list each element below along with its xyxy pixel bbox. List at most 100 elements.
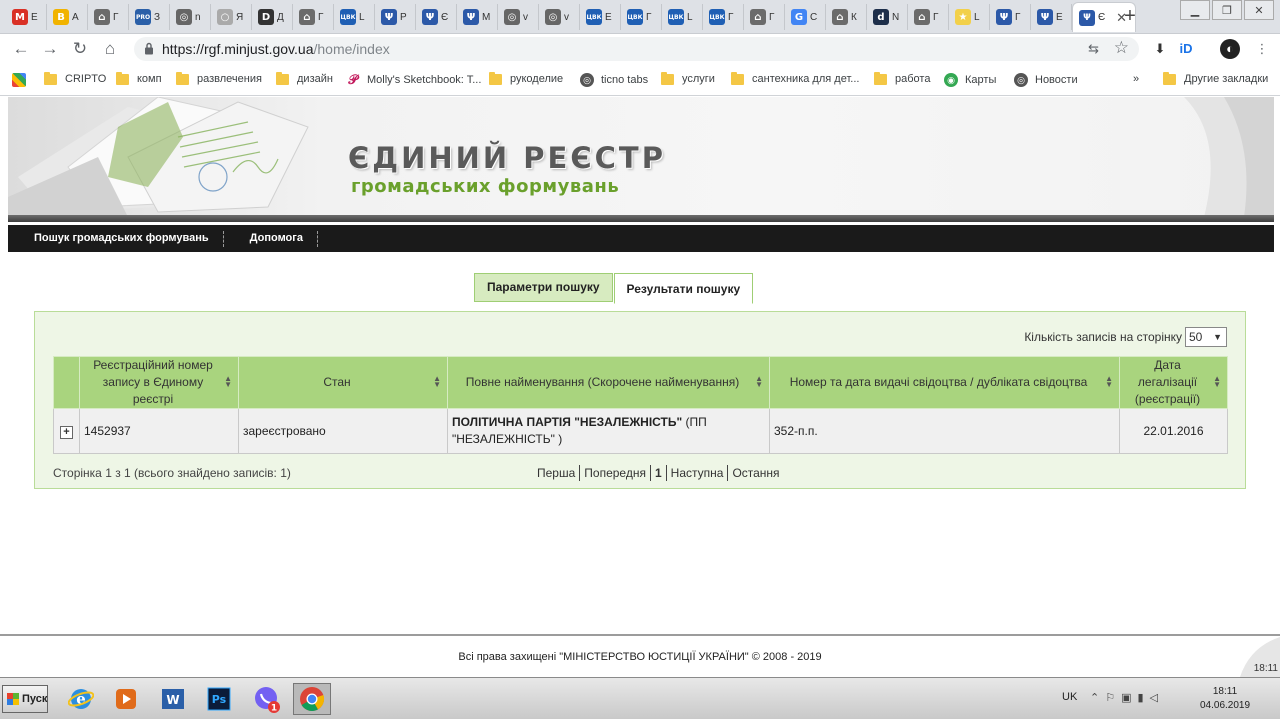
bookmark-label: рукоделие <box>510 73 564 85</box>
bookmarks-more-button[interactable]: » <box>1133 73 1139 85</box>
other-bookmarks-folder[interactable]: Другие закладки <box>1163 71 1268 85</box>
bookmark-item[interactable]: CRIPTO <box>44 71 107 85</box>
bookmark-item[interactable]: ◉ Карты <box>944 73 996 87</box>
apps-icon[interactable] <box>12 73 33 87</box>
browser-tab[interactable]: ЦВК L <box>662 4 703 30</box>
browser-tab[interactable]: ΨР <box>375 4 416 30</box>
bookmark-label: Новости <box>1035 74 1078 86</box>
viber-icon[interactable]: 1 <box>248 683 286 715</box>
gov-icon: ⌂ <box>750 9 766 25</box>
browser-tab[interactable]: DД <box>252 4 293 30</box>
chrome-taskbar-button[interactable] <box>293 683 331 715</box>
bookmark-item[interactable]: 𝒫 Molly's Sketchbook: T... <box>346 73 481 88</box>
column-header-full-name[interactable]: Повне найменування (Скорочене найменуван… <box>447 356 770 409</box>
browser-tab[interactable]: GС <box>785 4 826 30</box>
internet-explorer-icon[interactable]: e <box>62 683 100 715</box>
browser-tab[interactable]: ⌂ Г <box>88 4 129 30</box>
forward-button[interactable]: → <box>39 38 61 60</box>
bookmark-item[interactable]: работа <box>874 71 930 85</box>
tab-search-results[interactable]: Результати пошуку <box>613 273 754 304</box>
browser-tab[interactable]: ЦВК L <box>334 4 375 30</box>
lock-icon <box>145 42 153 55</box>
browser-tab[interactable]: ME <box>6 4 47 30</box>
restore-button[interactable]: ❐ <box>1212 0 1242 20</box>
browser-tab[interactable]: dN <box>867 4 908 30</box>
word-icon[interactable]: W <box>154 683 192 715</box>
tab-title: Д <box>277 11 284 23</box>
browser-tab[interactable]: ★ L <box>949 4 990 30</box>
start-button[interactable]: Пуск <box>2 685 48 713</box>
trident-icon: Ψ <box>463 9 479 25</box>
taskbar-clock[interactable]: 18:11 04.06.2019 <box>1200 685 1250 713</box>
browser-tab[interactable]: ΨЄ <box>416 4 457 30</box>
tab-title: Р <box>400 11 407 23</box>
address-bar[interactable]: https://rgf.minjust.gov.ua/home/index ⇆ … <box>134 37 1139 61</box>
tab-title: Г <box>728 11 734 23</box>
bookmark-star-icon[interactable]: ☆ <box>1114 38 1129 58</box>
bookmark-item[interactable]: рукоделие <box>489 71 564 85</box>
photoshop-icon[interactable]: Ps <box>200 683 238 715</box>
media-player-icon[interactable] <box>107 683 145 715</box>
browser-tab[interactable]: ⌂ Г <box>908 4 949 30</box>
browser-tab[interactable]: BA <box>47 4 88 30</box>
pager-last-link[interactable]: Остання <box>728 466 783 481</box>
profile-avatar[interactable]: ◐ <box>1220 39 1240 59</box>
folder-icon <box>1163 71 1176 85</box>
id-extension-icon[interactable]: iD <box>1176 39 1196 59</box>
browser-tab[interactable]: ◎ v <box>498 4 539 30</box>
nav-search-link[interactable]: Пошук громадських формувань <box>8 225 223 252</box>
home-button[interactable]: ⌂ <box>99 38 121 60</box>
browser-tab[interactable]: ⌂ К <box>826 4 867 30</box>
browser-tab[interactable]: ⌂ Г <box>293 4 334 30</box>
pager-first-link[interactable]: Перша <box>533 466 579 481</box>
per-page-select[interactable]: 50 ▼ <box>1185 327 1227 347</box>
back-button[interactable]: ← <box>10 38 32 60</box>
pager-prev-link[interactable]: Попередня <box>580 466 650 481</box>
column-header-certificate[interactable]: Номер та дата видачі свідоцтва / дубліка… <box>769 356 1120 409</box>
bookmark-item[interactable]: сантехника для дет... <box>731 71 859 85</box>
browser-tab[interactable]: PRO З <box>129 4 170 30</box>
browser-tab[interactable]: ЦВК Е <box>580 4 621 30</box>
browser-tab[interactable]: ΨЕ <box>1031 4 1072 30</box>
browser-tab[interactable]: ⌂ Г <box>744 4 785 30</box>
expand-plus-icon[interactable]: + <box>60 425 73 439</box>
translate-icon[interactable]: ⇆ <box>1088 41 1099 57</box>
start-label: Пуск <box>22 693 48 705</box>
browser-tab[interactable]: ○ Я <box>211 4 252 30</box>
search-tabs: Параметри пошуку Результати пошуку <box>474 273 754 304</box>
bookmark-item[interactable]: дизайн <box>276 71 333 85</box>
minimize-button[interactable]: ▁ <box>1180 0 1210 20</box>
bookmark-item[interactable]: развлечения <box>176 71 262 85</box>
nav-help-link[interactable]: Допомога <box>224 225 317 252</box>
column-header-status[interactable]: Стан ▲ ▼ <box>238 356 448 409</box>
tab-title: З <box>154 11 161 23</box>
close-window-button[interactable]: ✕ <box>1244 0 1274 20</box>
browser-tab[interactable]: ΨМ <box>457 4 498 30</box>
browser-tab[interactable]: ΨГ <box>990 4 1031 30</box>
browser-tab[interactable]: ЦВК Г <box>703 4 744 30</box>
language-indicator[interactable]: UK <box>1062 691 1077 703</box>
bookmark-label: CRIPTO <box>65 73 107 85</box>
pager-next-link[interactable]: Наступна <box>667 466 728 481</box>
column-header-reg-number[interactable]: Реєстраційний номер запису в Єдиному реє… <box>79 356 239 409</box>
tab-title: Е <box>605 11 612 23</box>
footer-divider <box>0 634 1280 636</box>
bookmark-item[interactable]: услуги <box>661 71 715 85</box>
browser-tab[interactable]: ЦВК Г <box>621 4 662 30</box>
cvk-icon: ЦВК <box>586 9 602 25</box>
bookmark-item[interactable]: ◎ ticno tabs <box>580 73 648 87</box>
site-banner: ЄДИНИЙ РЕЄСТР громадських формувань <box>8 97 1274 217</box>
browser-tab[interactable]: ◎ v <box>539 4 580 30</box>
gov-icon: ⌂ <box>914 9 930 25</box>
tab-title: L <box>974 11 980 23</box>
bookmark-item[interactable]: ◎ Новости <box>1014 73 1078 87</box>
system-tray-icons[interactable]: ⌃⚐▣▮◁ <box>1090 691 1164 704</box>
menu-icon[interactable]: ⋮ <box>1252 39 1272 59</box>
new-tab-button[interactable]: + <box>1118 5 1142 28</box>
browser-tab[interactable]: ◎ n <box>170 4 211 30</box>
bookmark-item[interactable]: комп <box>116 71 162 85</box>
column-header-legalization-date[interactable]: Дата легалізації (реєстрації) ▲ ▼ <box>1119 356 1228 409</box>
extension-icon[interactable]: ⬇ <box>1150 39 1170 59</box>
tab-search-parameters[interactable]: Параметри пошуку <box>474 273 613 302</box>
reload-button[interactable]: ↻ <box>69 38 91 60</box>
